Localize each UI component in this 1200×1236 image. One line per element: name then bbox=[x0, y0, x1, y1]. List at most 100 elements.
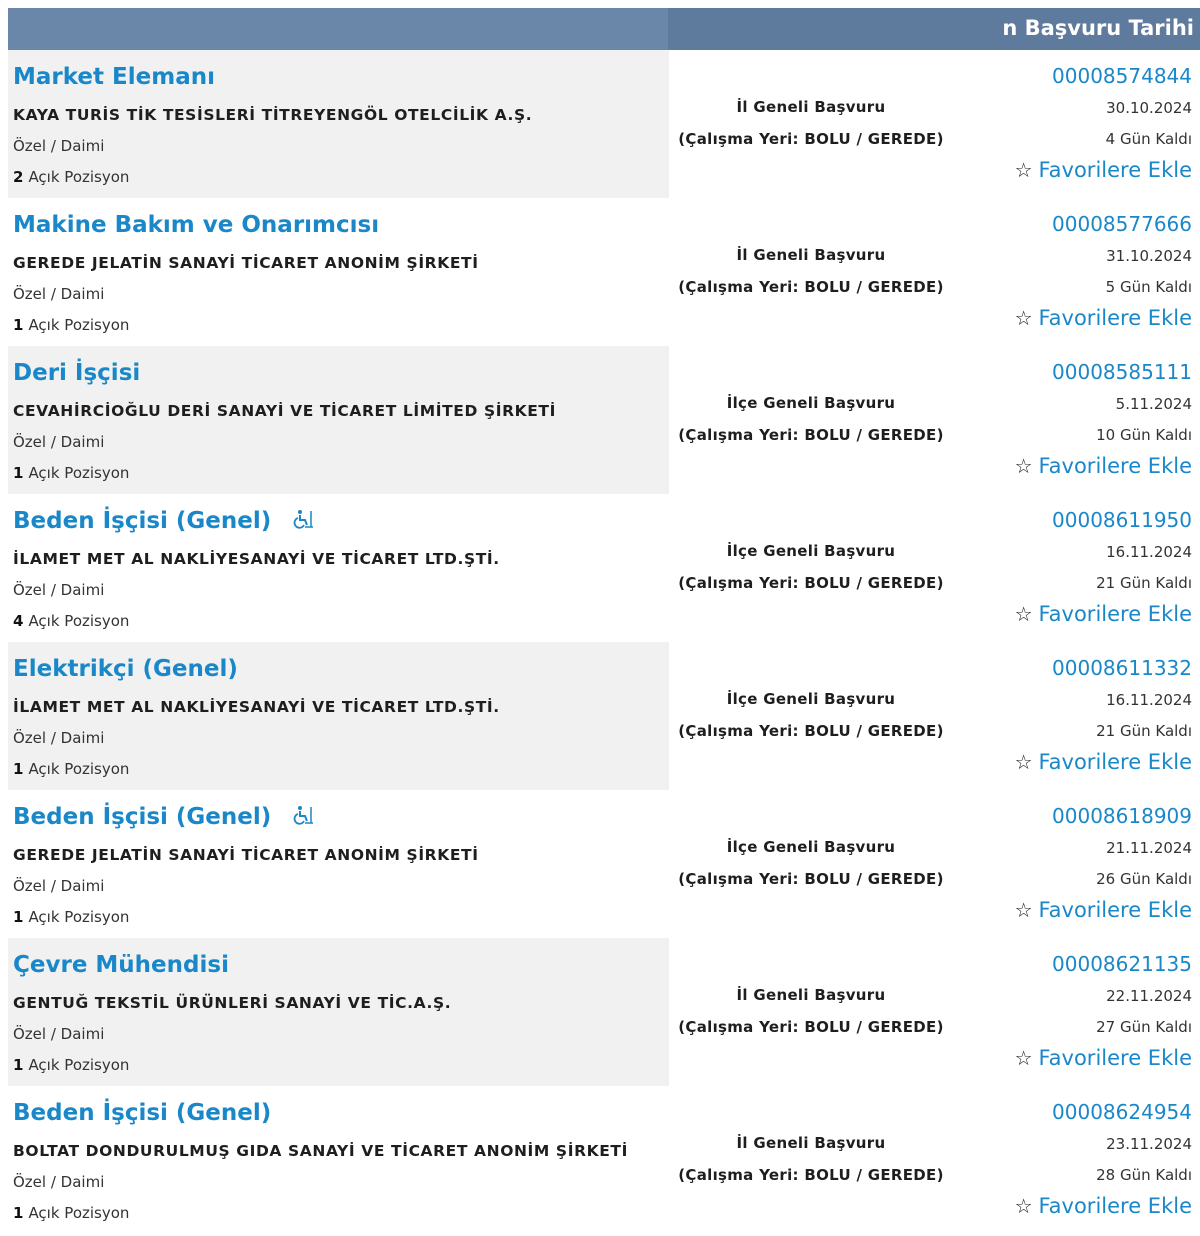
application-scope: İl Geneli Başvuru bbox=[736, 1134, 886, 1152]
add-to-favorites-button[interactable]: ☆ Favorilere Ekle bbox=[1015, 1194, 1192, 1218]
employment-type: Özel / Daimi bbox=[13, 1173, 105, 1191]
open-positions-label: Açık Pozisyon bbox=[28, 168, 130, 186]
job-listing-row: Elektrikçi (Genel) İLAMET MET AL NAKLİYE… bbox=[8, 642, 1200, 790]
job-title-text[interactable]: Makine Bakım ve Onarımcısı bbox=[13, 212, 379, 238]
company-name: CEVAHİRCİOĞLU DERİ SANAYİ VE TİCARET LİM… bbox=[13, 402, 556, 420]
listing-number-link[interactable]: 00008621135 bbox=[1052, 952, 1192, 976]
listing-number-link[interactable]: 00008611332 bbox=[1052, 656, 1192, 680]
open-positions-label: Açık Pozisyon bbox=[28, 1056, 130, 1074]
job-title-link[interactable]: Elektrikçi (Genel) bbox=[13, 656, 238, 682]
favorite-label[interactable]: Favorilere Ekle bbox=[1039, 750, 1192, 774]
add-to-favorites-button[interactable]: ☆ Favorilere Ekle bbox=[1015, 454, 1192, 478]
favorite-label[interactable]: Favorilere Ekle bbox=[1039, 1046, 1192, 1070]
listing-meta: 00008611950 16.11.2024 21 Gün Kaldı ☆ Fav… bbox=[892, 494, 1192, 642]
open-positions-count: 2 bbox=[13, 168, 24, 186]
open-positions: 1 Açık Pozisyon bbox=[13, 1204, 129, 1222]
open-positions-count: 4 bbox=[13, 612, 24, 630]
listing-meta: 00008574844 30.10.2024 4 Gün Kaldı ☆ Favo… bbox=[892, 50, 1192, 198]
table-header: n Başvuru Tarihi bbox=[8, 8, 1200, 50]
application-scope: İlçe Geneli Başvuru bbox=[726, 838, 896, 856]
add-to-favorites-button[interactable]: ☆ Favorilere Ekle bbox=[1015, 306, 1192, 330]
listing-number-link[interactable]: 00008611950 bbox=[1052, 508, 1192, 532]
add-to-favorites-button[interactable]: ☆ Favorilere Ekle bbox=[1015, 602, 1192, 626]
days-left: 5 Gün Kaldı bbox=[1105, 278, 1192, 296]
job-title-text[interactable]: Market Elemanı bbox=[13, 64, 215, 90]
job-title-link[interactable]: Deri İşçisi bbox=[13, 360, 140, 386]
open-positions-count: 1 bbox=[13, 908, 24, 926]
add-to-favorites-button[interactable]: ☆ Favorilere Ekle bbox=[1015, 158, 1192, 182]
listing-number-link[interactable]: 00008618909 bbox=[1052, 804, 1192, 828]
listing-number-link[interactable]: 00008577666 bbox=[1052, 212, 1192, 236]
application-deadline: 5.11.2024 bbox=[1115, 395, 1192, 413]
add-to-favorites-button[interactable]: ☆ Favorilere Ekle bbox=[1015, 750, 1192, 774]
star-outline-icon: ☆ bbox=[1014, 158, 1033, 182]
favorite-label[interactable]: Favorilere Ekle bbox=[1039, 1194, 1192, 1218]
job-title-text[interactable]: Deri İşçisi bbox=[13, 360, 140, 386]
listing-number-link[interactable]: 00008585111 bbox=[1052, 360, 1192, 384]
job-listing-row: Beden İşçisi (Genel) İLAMET MET AL NAKLİ… bbox=[8, 494, 1200, 642]
open-positions-label: Açık Pozisyon bbox=[28, 908, 130, 926]
company-name: İLAMET MET AL NAKLİYESANAYİ VE TİCARET L… bbox=[13, 698, 500, 716]
add-to-favorites-button[interactable]: ☆ Favorilere Ekle bbox=[1015, 1046, 1192, 1070]
application-deadline: 22.11.2024 bbox=[1106, 987, 1192, 1005]
add-to-favorites-button[interactable]: ☆ Favorilere Ekle bbox=[1015, 898, 1192, 922]
days-left: 28 Gün Kaldı bbox=[1096, 1166, 1192, 1184]
open-positions-count: 1 bbox=[13, 1204, 24, 1222]
listing-meta: 00008577666 31.10.2024 5 Gün Kaldı ☆ Favo… bbox=[892, 198, 1192, 346]
listing-meta: 00008611332 16.11.2024 21 Gün Kaldı ☆ Fav… bbox=[892, 642, 1192, 790]
application-scope: İlçe Geneli Başvuru bbox=[726, 394, 896, 412]
open-positions-count: 1 bbox=[13, 464, 24, 482]
employment-type: Özel / Daimi bbox=[13, 137, 105, 155]
listing-number-link[interactable]: 00008624954 bbox=[1052, 1100, 1192, 1124]
company-name: GEREDE JELATİN SANAYİ TİCARET ANONİM ŞİR… bbox=[13, 254, 479, 272]
application-scope: İlçe Geneli Başvuru bbox=[726, 542, 896, 560]
open-positions-label: Açık Pozisyon bbox=[28, 612, 130, 630]
star-outline-icon: ☆ bbox=[1014, 1194, 1033, 1218]
listing-meta: 00008618909 21.11.2024 26 Gün Kaldı ☆ Fav… bbox=[892, 790, 1192, 938]
open-positions-label: Açık Pozisyon bbox=[28, 316, 130, 334]
company-name: GENTUĞ TEKSTİL ÜRÜNLERİ SANAYİ VE TİC.A.… bbox=[13, 994, 452, 1012]
job-title-text[interactable]: Çevre Mühendisi bbox=[13, 952, 229, 978]
application-deadline: 31.10.2024 bbox=[1106, 247, 1192, 265]
open-positions: 1 Açık Pozisyon bbox=[13, 316, 129, 334]
job-title-text[interactable]: Elektrikçi (Genel) bbox=[13, 656, 238, 682]
days-left: 27 Gün Kaldı bbox=[1096, 1018, 1192, 1036]
favorite-label[interactable]: Favorilere Ekle bbox=[1039, 898, 1192, 922]
days-left: 26 Gün Kaldı bbox=[1096, 870, 1192, 888]
job-title-link[interactable]: Market Elemanı bbox=[13, 64, 215, 90]
job-title-link[interactable]: Çevre Mühendisi bbox=[13, 952, 229, 978]
employment-type: Özel / Daimi bbox=[13, 285, 105, 303]
star-outline-icon: ☆ bbox=[1014, 750, 1033, 774]
listing-number-link[interactable]: 00008574844 bbox=[1052, 64, 1192, 88]
application-scope: İlçe Geneli Başvuru bbox=[726, 690, 896, 708]
wheelchair-icon bbox=[293, 805, 315, 830]
star-outline-icon: ☆ bbox=[1014, 1046, 1033, 1070]
employment-type: Özel / Daimi bbox=[13, 433, 105, 451]
days-left: 4 Gün Kaldı bbox=[1105, 130, 1192, 148]
application-scope: İl Geneli Başvuru bbox=[736, 246, 886, 264]
job-title-link[interactable]: Makine Bakım ve Onarımcısı bbox=[13, 212, 379, 238]
job-title-text[interactable]: Beden İşçisi (Genel) bbox=[13, 804, 271, 830]
job-listing-row: Deri İşçisi CEVAHİRCİOĞLU DERİ SANAYİ VE… bbox=[8, 346, 1200, 494]
job-title-text[interactable]: Beden İşçisi (Genel) bbox=[13, 508, 271, 534]
application-scope: İl Geneli Başvuru bbox=[736, 98, 886, 116]
application-deadline: 23.11.2024 bbox=[1106, 1135, 1192, 1153]
open-positions-label: Açık Pozisyon bbox=[28, 1204, 130, 1222]
favorite-label[interactable]: Favorilere Ekle bbox=[1039, 306, 1192, 330]
open-positions-label: Açık Pozisyon bbox=[28, 464, 130, 482]
favorite-label[interactable]: Favorilere Ekle bbox=[1039, 158, 1192, 182]
top-strip bbox=[0, 0, 1200, 8]
employment-type: Özel / Daimi bbox=[13, 581, 105, 599]
job-title-link[interactable]: Beden İşçisi (Genel) bbox=[13, 508, 315, 534]
header-left-segment bbox=[8, 8, 668, 50]
star-outline-icon: ☆ bbox=[1014, 306, 1033, 330]
job-title-text[interactable]: Beden İşçisi (Genel) bbox=[13, 1100, 271, 1126]
job-title-link[interactable]: Beden İşçisi (Genel) bbox=[13, 804, 315, 830]
header-column-title[interactable]: n Başvuru Tarihi bbox=[1002, 16, 1194, 40]
job-title-link[interactable]: Beden İşçisi (Genel) bbox=[13, 1100, 271, 1126]
employment-type: Özel / Daimi bbox=[13, 729, 105, 747]
favorite-label[interactable]: Favorilere Ekle bbox=[1039, 602, 1192, 626]
open-positions-count: 1 bbox=[13, 316, 24, 334]
favorite-label[interactable]: Favorilere Ekle bbox=[1039, 454, 1192, 478]
job-listing-row: Market Elemanı KAYA TURİS TİK TESİSLERİ … bbox=[8, 50, 1200, 198]
